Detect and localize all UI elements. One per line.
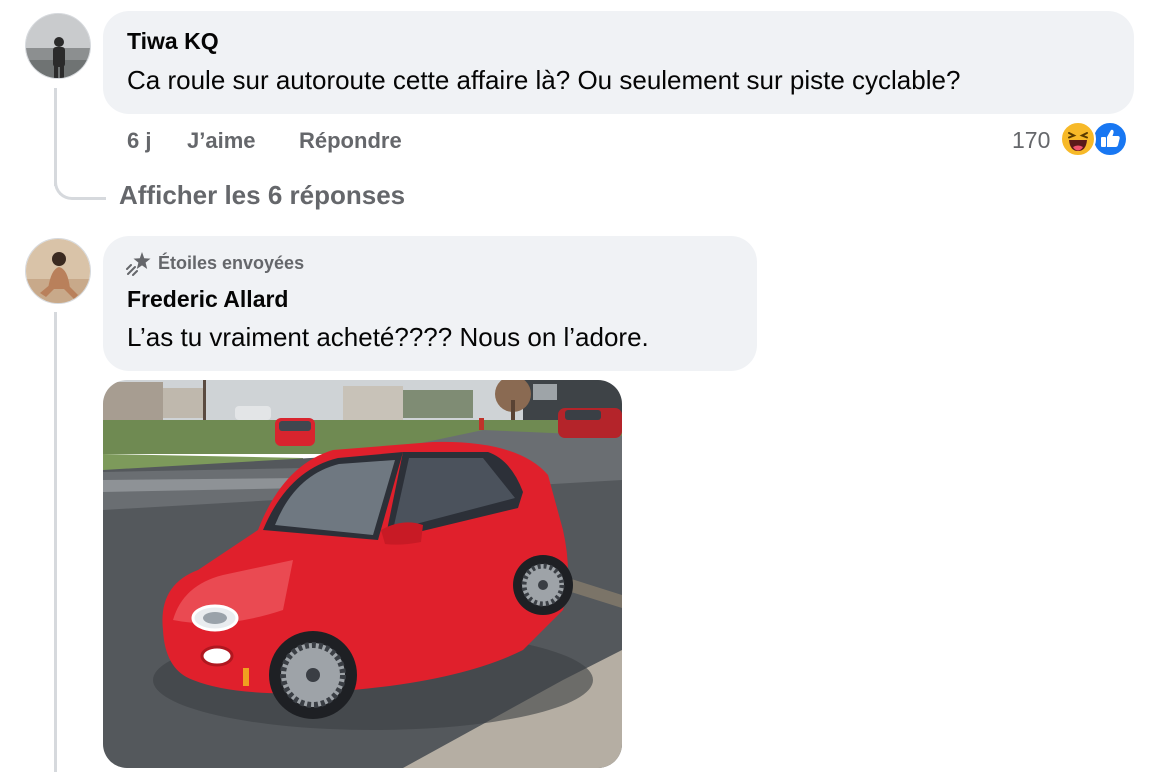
- reaction-count: 170: [1012, 127, 1051, 153]
- comment-bubble: Étoiles envoyées Frederic Allard L’as tu…: [103, 236, 757, 371]
- comment-timestamp[interactable]: 6 j: [127, 128, 151, 154]
- like-thumb-icon: [1092, 121, 1128, 157]
- laughing-emoji-icon: [1060, 121, 1096, 157]
- comment-bubble: Tiwa KQ Ca roule sur autoroute cette aff…: [103, 11, 1134, 114]
- avatar[interactable]: [25, 238, 91, 304]
- thread-curve-1: [54, 160, 106, 200]
- stars-sent-icon: [126, 252, 151, 276]
- comment-photo[interactable]: [103, 380, 622, 768]
- avatar[interactable]: [25, 13, 91, 79]
- stars-sent-badge: Étoiles envoyées: [158, 253, 305, 273]
- comment-text: L’as tu vraiment acheté???? Nous on l’ad…: [127, 322, 649, 352]
- comment-text: Ca roule sur autoroute cette affaire là?…: [127, 65, 961, 95]
- avatar-photo: [26, 239, 90, 303]
- reply-button[interactable]: Répondre: [299, 128, 402, 154]
- thread-line-2: [54, 312, 57, 772]
- reaction-summary[interactable]: 170: [1010, 120, 1130, 158]
- view-replies-link[interactable]: Afficher les 6 réponses: [119, 180, 405, 211]
- avatar-photo: [26, 14, 90, 78]
- red-car-photo: [103, 380, 622, 768]
- like-button[interactable]: J’aime: [187, 128, 256, 154]
- comment-author[interactable]: Tiwa KQ: [127, 28, 219, 55]
- comment-author[interactable]: Frederic Allard: [127, 286, 288, 313]
